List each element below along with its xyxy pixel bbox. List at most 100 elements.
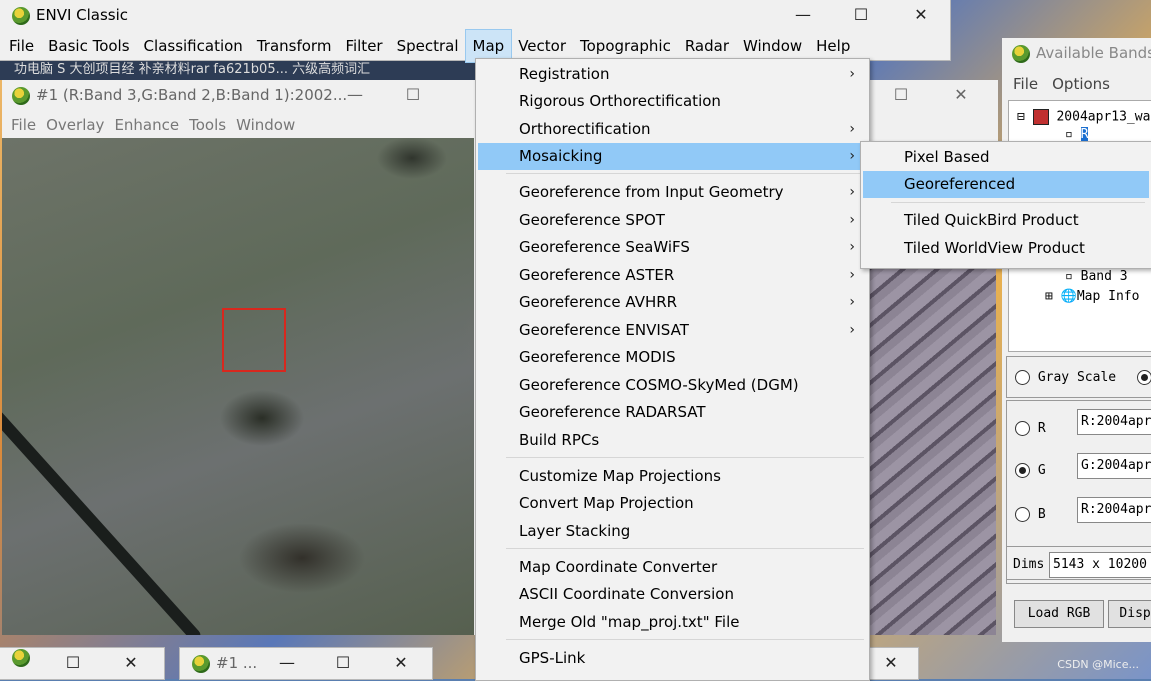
load-rgb-button[interactable]: Load RGB	[1014, 600, 1104, 628]
tree-file-node[interactable]: ⊟ 2004apr13_wa	[1017, 109, 1150, 125]
menu-classification[interactable]: Classification	[137, 30, 250, 62]
b-radio[interactable]	[1015, 507, 1030, 522]
menu-item-rigorous-ortho[interactable]: Rigorous Orthorectification	[478, 88, 867, 115]
zoom-box-indicator[interactable]	[222, 308, 286, 372]
g-band-field[interactable]: G:2004apr1	[1077, 453, 1151, 479]
maximize-button[interactable]: ☐	[838, 0, 884, 30]
main-window-title: ENVI Classic	[36, 6, 129, 24]
overview-close-button[interactable]: ✕	[938, 80, 984, 110]
menu-item-georef-radarsat[interactable]: Georeference RADARSAT	[478, 399, 867, 426]
menu-item-label: Orthorectification	[519, 120, 651, 138]
submenu-item-pixel-based[interactable]: Pixel Based	[863, 144, 1149, 171]
bottom-window-2[interactable]: #1 ... — ☐ ✕	[180, 648, 432, 679]
image-menu-overlay[interactable]: Overlay	[41, 110, 109, 140]
menu-item-georef-modis[interactable]: Georeference MODIS	[478, 344, 867, 371]
image-maximize-button[interactable]: ☐	[390, 80, 436, 110]
bands-titlebar: Available Bands	[1002, 38, 1151, 68]
menu-item-convert-projection[interactable]: Convert Map Projection	[478, 490, 867, 517]
menu-item-georef-seawifs[interactable]: Georeference SeaWiFS ›	[478, 234, 867, 261]
b-option[interactable]: B	[1015, 507, 1046, 522]
menu-item-label: Layer Stacking	[519, 522, 631, 540]
bands-menu-options[interactable]: Options	[1045, 68, 1117, 100]
river-feature	[2, 368, 203, 635]
chevron-right-icon: ›	[849, 121, 855, 137]
watermark: CSDN @Mice...	[1057, 658, 1139, 671]
menu-transform[interactable]: Transform	[250, 30, 339, 62]
satellite-image-view[interactable]	[2, 138, 474, 635]
menu-filter[interactable]: Filter	[338, 30, 389, 62]
rgb-color-option[interactable]	[1137, 370, 1151, 385]
image-menu-file[interactable]: File	[6, 110, 41, 140]
menu-item-customize-projections[interactable]: Customize Map Projections	[478, 463, 867, 490]
bottom-window-3-close[interactable]: ✕	[868, 648, 914, 678]
bands-menubar: File Options	[1002, 68, 1151, 100]
menu-item-coordinate-converter[interactable]: Map Coordinate Converter	[478, 554, 867, 581]
tree-band-3[interactable]: ▫ Band 3	[1065, 269, 1128, 284]
bottom-window-1-close[interactable]: ✕	[108, 648, 154, 678]
overview-image[interactable]	[866, 260, 996, 635]
minimize-button[interactable]: —	[780, 0, 826, 30]
image-menu-window[interactable]: Window	[231, 110, 300, 140]
submenu-item-georeferenced[interactable]: Georeferenced	[863, 171, 1149, 198]
bottom-window-1[interactable]: ☐ ✕	[0, 648, 164, 679]
gray-scale-label: Gray Scale	[1037, 370, 1117, 385]
menu-item-merge-map-proj[interactable]: Merge Old "map_proj.txt" File	[478, 609, 867, 636]
b-band-field[interactable]: R:2004apr1	[1077, 497, 1151, 523]
image-menu-enhance[interactable]: Enhance	[109, 110, 184, 140]
menu-item-georef-cosmo[interactable]: Georeference COSMO-SkyMed (DGM)	[478, 372, 867, 399]
tree-band-r[interactable]: ▫ R	[1065, 127, 1089, 142]
tree-file-label: 2004apr13_wa	[1056, 109, 1151, 125]
rgb-color-radio[interactable]	[1137, 370, 1151, 385]
menu-separator	[506, 548, 864, 549]
bottom-window-1-maximize[interactable]: ☐	[50, 648, 96, 678]
menu-item-mosaicking[interactable]: Mosaicking ›	[478, 143, 867, 170]
gray-scale-radio[interactable]	[1015, 370, 1030, 385]
menu-item-label: Georeference ENVISAT	[519, 321, 689, 339]
display-button[interactable]: Displ	[1108, 600, 1151, 628]
menu-item-georef-avhrr[interactable]: Georeference AVHRR ›	[478, 289, 867, 316]
submenu-item-label: Tiled QuickBird Product	[904, 211, 1079, 229]
chevron-right-icon: ›	[849, 322, 855, 338]
bottom-window-2-close[interactable]: ✕	[378, 648, 424, 678]
gray-scale-option[interactable]: Gray Scale	[1015, 370, 1116, 385]
g-option[interactable]: G	[1015, 463, 1046, 478]
menu-file[interactable]: File	[2, 30, 41, 62]
menu-basic-tools[interactable]: Basic Tools	[41, 30, 136, 62]
bottom-window-3[interactable]: ✕	[868, 648, 918, 679]
menu-item-orthorectification[interactable]: Orthorectification ›	[478, 116, 867, 143]
menu-item-label: Registration	[519, 65, 610, 83]
menu-item-label: Georeference ASTER	[519, 266, 675, 284]
menu-item-layer-stacking[interactable]: Layer Stacking	[478, 518, 867, 545]
image-menu-tools[interactable]: Tools	[184, 110, 231, 140]
r-option[interactable]: R	[1015, 421, 1046, 436]
menu-spectral[interactable]: Spectral	[390, 30, 466, 62]
menu-item-label: Customize Map Projections	[519, 467, 721, 485]
collapse-icon[interactable]: ⊟	[1017, 110, 1025, 125]
menu-separator	[506, 639, 864, 640]
menu-item-georef-spot[interactable]: Georeference SPOT ›	[478, 207, 867, 234]
menu-item-registration[interactable]: Registration ›	[478, 61, 867, 88]
tree-map-info-label: Map Info	[1076, 289, 1140, 304]
image-minimize-button[interactable]: —	[332, 80, 378, 110]
overview-maximize-button[interactable]: ☐	[878, 80, 924, 110]
tree-map-info[interactable]: ⊞ 🌐Map Info	[1045, 289, 1139, 304]
submenu-item-tiled-worldview[interactable]: Tiled WorldView Product	[863, 235, 1149, 262]
menu-item-georef-input-geometry[interactable]: Georeference from Input Geometry ›	[478, 179, 867, 206]
bottom-window-2-maximize[interactable]: ☐	[320, 648, 366, 678]
menu-item-build-rpcs[interactable]: Build RPCs	[478, 427, 867, 454]
submenu-item-label: Tiled WorldView Product	[904, 239, 1085, 257]
g-radio[interactable]	[1015, 463, 1030, 478]
menu-item-georef-aster[interactable]: Georeference ASTER ›	[478, 262, 867, 289]
r-label: R	[1037, 421, 1046, 436]
menu-item-gps-link[interactable]: GPS-Link	[478, 645, 867, 672]
menu-item-label: Georeference SPOT	[519, 211, 665, 229]
menu-item-ascii-conversion[interactable]: ASCII Coordinate Conversion	[478, 581, 867, 608]
bottom-window-2-minimize[interactable]: —	[264, 648, 310, 678]
menu-item-georef-envisat[interactable]: Georeference ENVISAT ›	[478, 317, 867, 344]
r-radio[interactable]	[1015, 421, 1030, 436]
close-button[interactable]: ✕	[898, 0, 944, 30]
r-band-field[interactable]: R:2004apr1	[1077, 409, 1151, 435]
file-icon	[1032, 109, 1049, 125]
submenu-item-tiled-quickbird[interactable]: Tiled QuickBird Product	[863, 207, 1149, 234]
bands-menu-file[interactable]: File	[1006, 68, 1045, 100]
